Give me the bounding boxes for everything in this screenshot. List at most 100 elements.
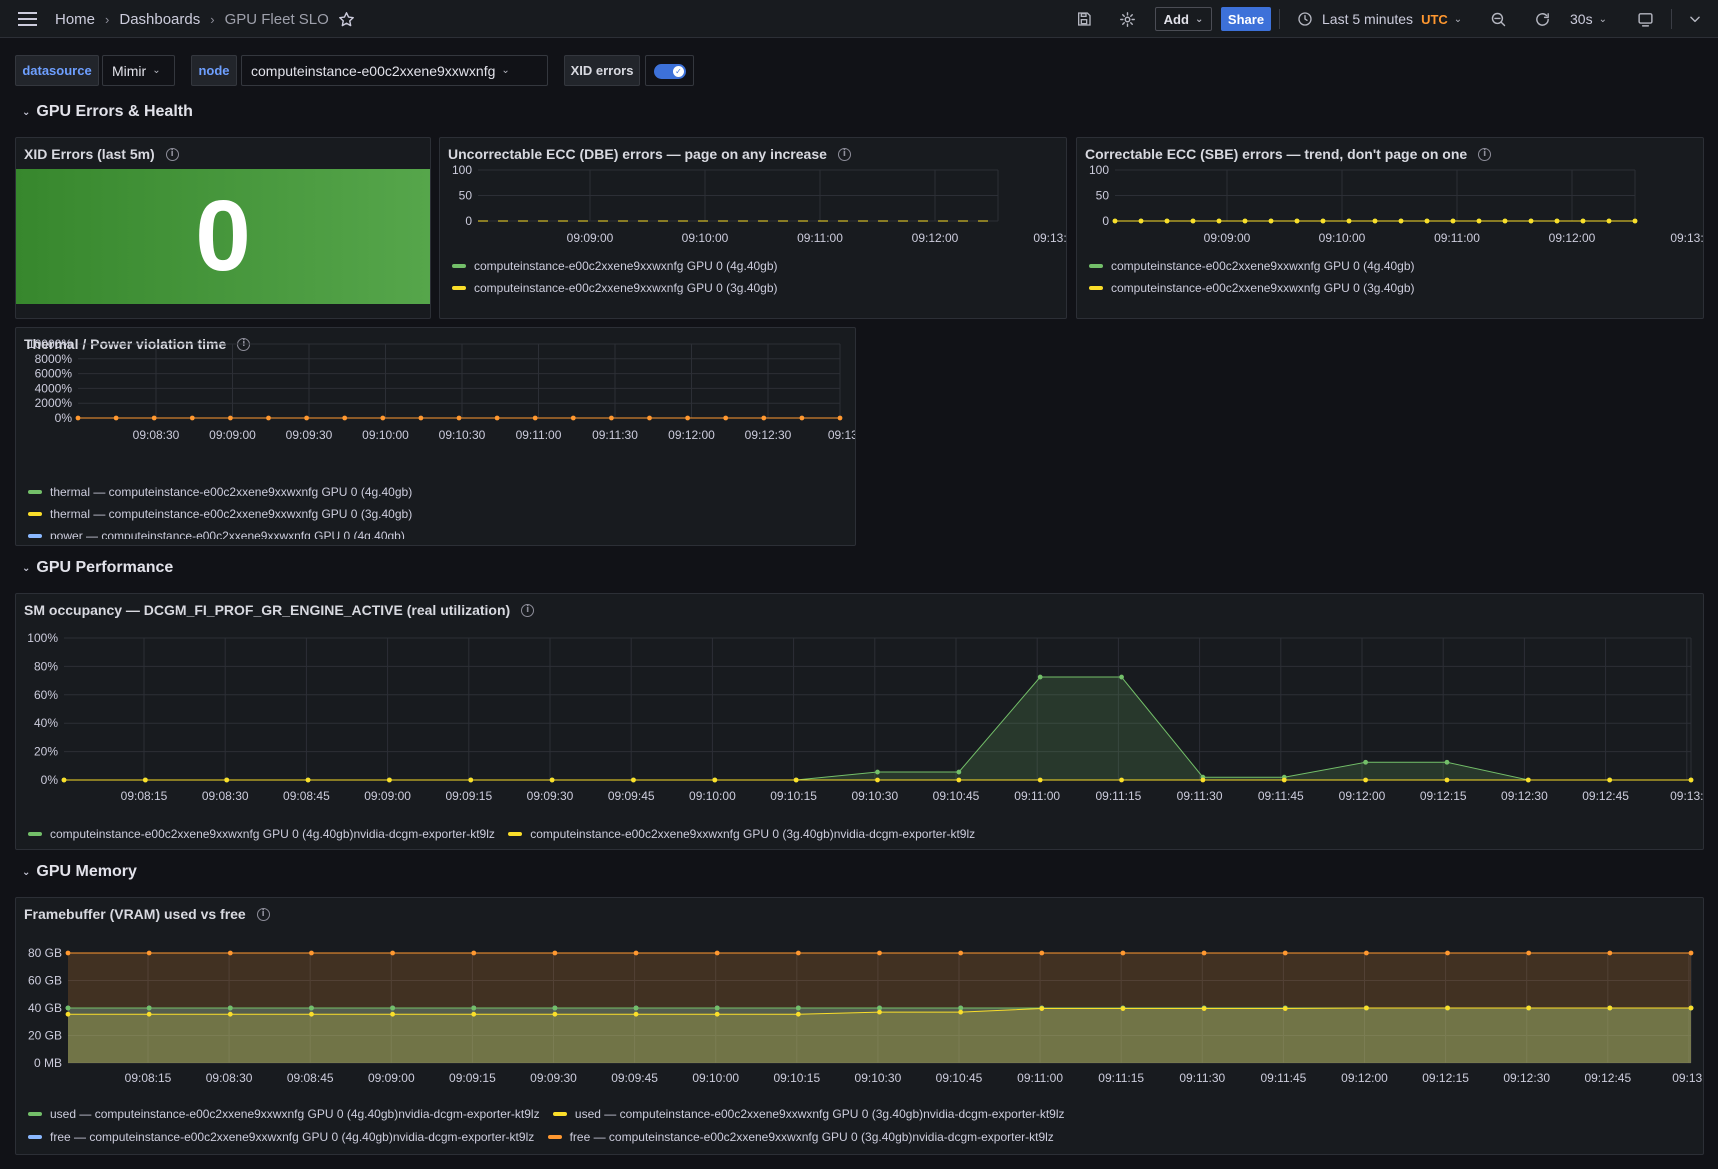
legend-label: computeinstance-e00c2xxene9xxwxnfg GPU 0…: [1111, 281, 1415, 295]
add-button-label: Add: [1163, 11, 1189, 27]
x-tick-label: 09:11:00: [1017, 1071, 1063, 1085]
data-point: [456, 415, 462, 421]
data-point: [723, 415, 729, 421]
panel-title: XID Errors (last 5m) i: [24, 146, 179, 162]
data-point: [761, 415, 767, 421]
data-point: [1119, 674, 1124, 680]
y-tick-label: 2000%: [35, 396, 73, 410]
data-point: [958, 950, 964, 956]
add-button[interactable]: Add ⌄: [1155, 7, 1212, 31]
legend-item[interactable]: used — computeinstance-e00c2xxene9xxwxnf…: [28, 1107, 540, 1121]
info-icon[interactable]: i: [165, 147, 179, 161]
data-point: [304, 415, 309, 421]
xid-errors-toggle[interactable]: ✓: [645, 55, 694, 86]
breadcrumb-home[interactable]: Home: [55, 11, 95, 28]
legend-item[interactable]: computeinstance-e00c2xxene9xxwxnfg GPU 0…: [452, 259, 778, 273]
x-tick-label: 09:10:30: [855, 1071, 902, 1085]
data-point: [1398, 218, 1404, 224]
data-point: [1450, 218, 1456, 224]
datasource-select[interactable]: Mimir ⌄: [102, 55, 175, 86]
legend-item[interactable]: used — computeinstance-e00c2xxene9xxwxnf…: [552, 1107, 1065, 1121]
data-point: [1526, 1005, 1532, 1011]
data-point: [714, 950, 720, 956]
data-point: [1632, 218, 1638, 224]
chevron-down-icon[interactable]: [1688, 0, 1702, 38]
legend-item[interactable]: free — computeinstance-e00c2xxene9xxwxnf…: [547, 1130, 1054, 1144]
data-point: [189, 415, 195, 421]
data-point: [224, 777, 230, 783]
data-point: [1112, 218, 1118, 224]
gear-icon[interactable]: [1119, 0, 1136, 38]
x-tick-label: 09:10:00: [692, 1071, 739, 1085]
x-tick-label: 09:09:00: [209, 428, 256, 442]
data-point: [1119, 777, 1124, 783]
x-tick-label: 09:08:15: [121, 789, 168, 803]
y-tick-label: 0%: [41, 773, 59, 787]
node-select[interactable]: computeinstance-e00c2xxene9xxwxnfg ⌄: [241, 55, 548, 86]
row-title: GPU Errors & Health: [36, 103, 193, 120]
data-point: [387, 777, 392, 783]
x-tick-label: 09:09:30: [286, 428, 333, 442]
row-gpu-performance[interactable]: ⌄ GPU Performance: [22, 559, 173, 577]
breadcrumb-dashboards[interactable]: Dashboards: [119, 11, 200, 28]
legend-item[interactable]: free — computeinstance-e00c2xxene9xxwxnf…: [28, 1130, 534, 1144]
data-point: [712, 777, 718, 783]
data-point: [1346, 218, 1352, 224]
data-point: [799, 415, 805, 421]
legend-item[interactable]: thermal — computeinstance-e00c2xxene9xxw…: [28, 485, 412, 499]
data-point: [228, 415, 233, 421]
data-point: [1242, 218, 1248, 224]
x-tick-label: 09:09:00: [368, 1071, 415, 1085]
panel-vram: Framebuffer (VRAM) used vs free i 80 GB 6…: [15, 897, 1704, 1155]
data-point: [1363, 759, 1368, 765]
legend-item[interactable]: computeinstance-e00c2xxene9xxwxnfg GPU 0…: [1089, 281, 1415, 295]
data-point: [633, 1011, 639, 1017]
legend-item[interactable]: computeinstance-e00c2xxene9xxwxnfg GPU 0…: [452, 281, 778, 295]
row-gpu-memory[interactable]: ⌄ GPU Memory: [22, 863, 137, 881]
data-point: [380, 415, 386, 421]
legend-item[interactable]: thermal — computeinstance-e00c2xxene9xxw…: [28, 507, 412, 521]
row-gpu-errors-health[interactable]: ⌄ GPU Errors & Health: [22, 103, 193, 121]
legend-item[interactable]: computeinstance-e00c2xxene9xxwxnfg GPU 0…: [1089, 259, 1415, 273]
refresh-icon[interactable]: [1534, 0, 1551, 38]
legend-item[interactable]: power — computeinstance-e00c2xxene9xxwxn…: [28, 529, 412, 539]
legend-label: computeinstance-e00c2xxene9xxwxnfg GPU 0…: [1111, 259, 1415, 273]
save-icon[interactable]: [1076, 0, 1092, 38]
star-icon[interactable]: [338, 0, 355, 38]
x-tick-label: 09:10:00: [689, 789, 736, 803]
legend-swatch: [28, 1112, 42, 1116]
data-point: [65, 1011, 71, 1017]
tv-mode-icon[interactable]: [1637, 0, 1654, 38]
time-picker[interactable]: Last 5 minutes UTC ⌄: [1297, 0, 1462, 38]
data-point: [390, 1005, 395, 1011]
legend-label: thermal — computeinstance-e00c2xxene9xxw…: [50, 485, 413, 499]
x-tick-label: 09:13:: [1670, 789, 1703, 803]
legend-item[interactable]: computeinstance-e00c2xxene9xxwxnfg GPU 0…: [28, 827, 495, 841]
zoom-out-icon[interactable]: [1490, 0, 1507, 38]
legend-item[interactable]: computeinstance-e00c2xxene9xxwxnfg GPU 0…: [508, 827, 975, 841]
legend-label: free — computeinstance-e00c2xxene9xxwxnf…: [50, 1130, 535, 1144]
data-point: [1607, 950, 1613, 956]
chevron-down-icon: ⌄: [1453, 13, 1463, 25]
data-point: [146, 1011, 152, 1017]
legend-label: thermal — computeinstance-e00c2xxene9xxw…: [50, 507, 413, 521]
data-point: [1526, 950, 1532, 956]
y-tick-label: 50: [459, 189, 473, 203]
data-point: [65, 950, 71, 956]
chevron-down-icon: ⌄: [152, 65, 161, 76]
panel-dbe-errors: Uncorrectable ECC (DBE) errors — page on…: [439, 137, 1067, 319]
x-tick-label: 09:12:15: [1420, 789, 1467, 803]
datasource-variable-label: datasource: [15, 55, 99, 86]
y-tick-label: 100%: [27, 631, 58, 645]
x-tick-label: 09:10:45: [936, 1071, 983, 1085]
refresh-interval-picker[interactable]: 30s ⌄: [1570, 0, 1607, 38]
data-point: [1120, 950, 1126, 956]
data-point: [1138, 218, 1144, 224]
data-point: [227, 1005, 233, 1011]
data-point: [1200, 777, 1206, 783]
menu-icon[interactable]: [18, 0, 38, 38]
share-button[interactable]: Share: [1221, 7, 1271, 31]
x-tick-label: 09:09:45: [608, 789, 655, 803]
data-point: [875, 777, 880, 783]
legend-swatch: [547, 1135, 562, 1139]
